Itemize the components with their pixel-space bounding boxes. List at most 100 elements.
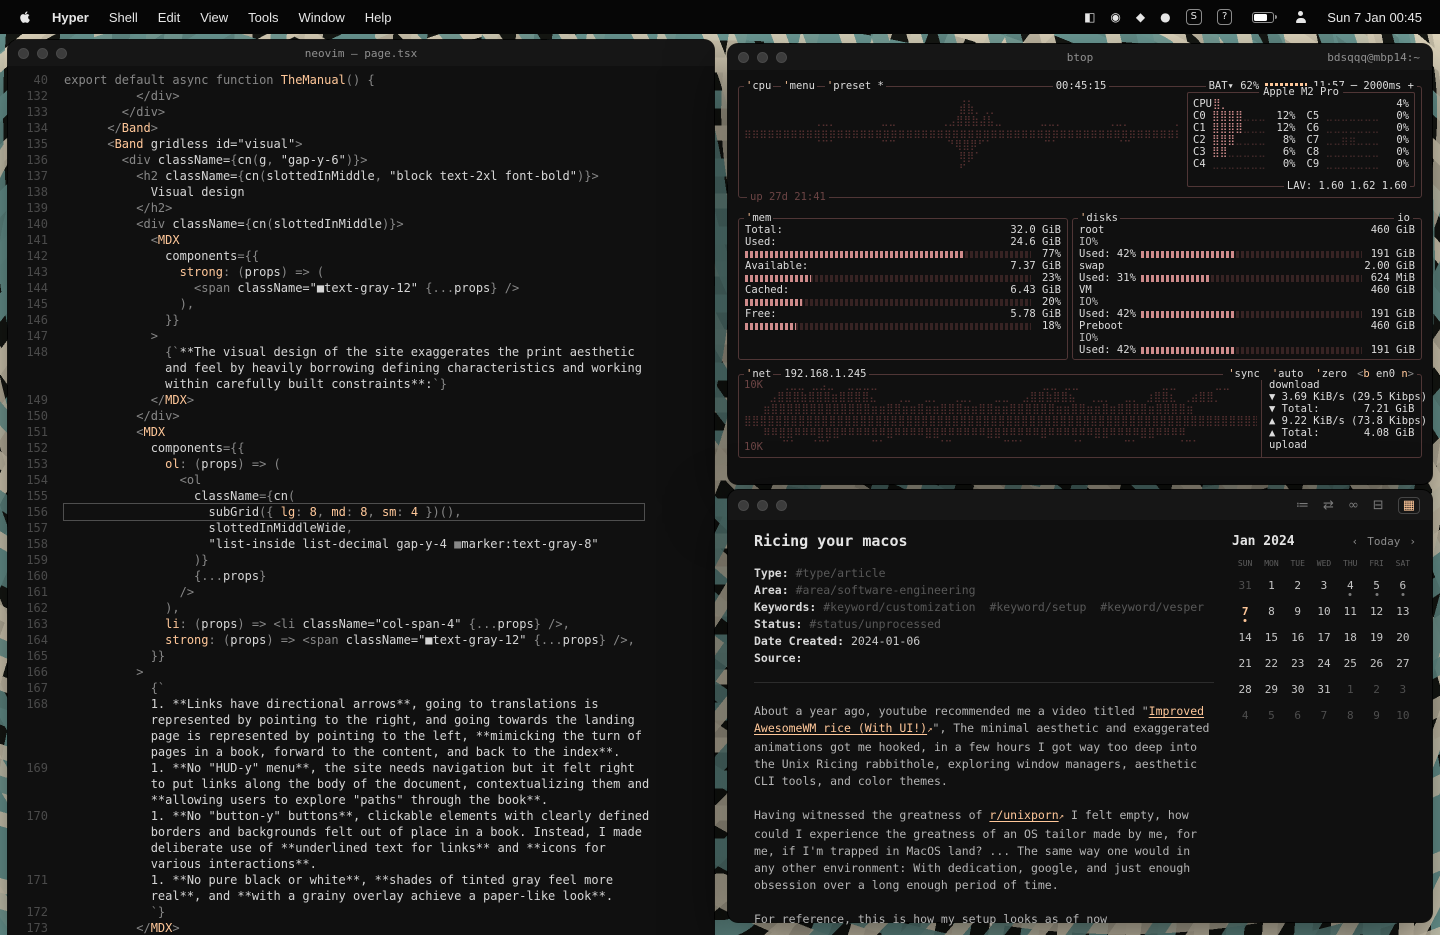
minimize-button[interactable] bbox=[37, 48, 48, 59]
code-line[interactable]: 133 </div> bbox=[8, 104, 714, 120]
code-line[interactable]: 164 strong: (props) => <span className="… bbox=[8, 632, 714, 648]
calendar-day[interactable]: 12 bbox=[1363, 598, 1389, 624]
calendar-day[interactable]: 8 bbox=[1337, 702, 1363, 728]
github-icon[interactable]: ● bbox=[1160, 10, 1170, 24]
help-icon[interactable]: ? bbox=[1217, 9, 1232, 25]
menu-edit[interactable]: Edit bbox=[158, 10, 180, 25]
raycast-icon[interactable]: ◆ bbox=[1136, 10, 1145, 24]
stats-icon[interactable]: ◧ bbox=[1084, 10, 1095, 24]
user-switch-icon[interactable] bbox=[1294, 11, 1307, 23]
list-icon[interactable]: ≔ bbox=[1296, 498, 1309, 513]
tag[interactable]: #keyword/setup bbox=[989, 600, 1086, 614]
code-line[interactable]: and feel by heavily borrowing defining c… bbox=[8, 360, 714, 376]
box-toggle-auto[interactable]: 'auto bbox=[1270, 368, 1306, 380]
calendar-day[interactable]: 9 bbox=[1363, 702, 1389, 728]
next-month-button[interactable]: › bbox=[1409, 535, 1416, 548]
code-line[interactable]: page is represented by pointing to the l… bbox=[8, 728, 714, 744]
box-toggle-zero[interactable]: 'zero bbox=[1313, 368, 1349, 380]
calendar-day[interactable]: 7 bbox=[1232, 598, 1258, 624]
outline-icon[interactable]: ⊟ bbox=[1373, 498, 1384, 513]
menubar-clock[interactable]: Sun 7 Jan 00:45 bbox=[1327, 10, 1422, 25]
code-line[interactable]: 166 > bbox=[8, 664, 714, 680]
calendar-day[interactable]: 1 bbox=[1337, 676, 1363, 702]
calendar-day[interactable]: 15 bbox=[1258, 624, 1284, 650]
close-button[interactable] bbox=[738, 500, 749, 511]
code-line[interactable]: 161 /> bbox=[8, 584, 714, 600]
tag[interactable]: #keyword/vesper bbox=[1100, 600, 1204, 614]
code-line[interactable]: within carefully built constraints**:`} bbox=[8, 376, 714, 392]
code-line[interactable]: to put links along the body of the docum… bbox=[8, 776, 714, 792]
calendar-day[interactable]: 30 bbox=[1285, 676, 1311, 702]
code-line[interactable]: 169 1. **No "HUD-y" menu**, the site nee… bbox=[8, 760, 714, 776]
tag[interactable]: #status/unprocessed bbox=[809, 617, 941, 631]
code-line[interactable]: 168 1. **Links have directional arrows**… bbox=[8, 696, 714, 712]
code-line[interactable]: 155 className={cn( bbox=[8, 488, 714, 504]
code-line[interactable]: 159 )} bbox=[8, 552, 714, 568]
spotify-icon[interactable]: ◉ bbox=[1110, 10, 1120, 24]
neovim-titlebar[interactable]: neovim — page.tsx bbox=[8, 40, 714, 66]
calendar-day[interactable]: 17 bbox=[1311, 624, 1337, 650]
code-line[interactable]: 165 }} bbox=[8, 648, 714, 664]
code-line[interactable]: 144 <span className="■text-gray-12" {...… bbox=[8, 280, 714, 296]
calendar-day[interactable]: 5 bbox=[1258, 702, 1284, 728]
calendar-day[interactable]: 24 bbox=[1311, 650, 1337, 676]
calendar-day[interactable]: 2 bbox=[1285, 572, 1311, 598]
zoom-button[interactable] bbox=[776, 500, 787, 511]
code-line[interactable]: 171 1. **No pure black or white**, **sha… bbox=[8, 872, 714, 888]
box-toggle-cpu[interactable]: 'cpu bbox=[744, 80, 773, 92]
box-toggle-sync[interactable]: 'sync bbox=[1226, 368, 1262, 380]
code-line[interactable]: various interactions**. bbox=[8, 856, 714, 872]
calendar-day[interactable]: 7 bbox=[1311, 702, 1337, 728]
apple-menu-icon[interactable] bbox=[18, 10, 32, 24]
menu-help[interactable]: Help bbox=[365, 10, 392, 25]
tag[interactable]: #area/software-engineering bbox=[796, 583, 976, 597]
calendar-day[interactable]: 20 bbox=[1390, 624, 1416, 650]
calendar-day[interactable]: 29 bbox=[1258, 676, 1284, 702]
code-line[interactable]: 132 </div> bbox=[8, 88, 714, 104]
box-toggle-net[interactable]: 'net bbox=[744, 368, 773, 380]
calendar-day[interactable]: 1 bbox=[1258, 572, 1284, 598]
code-line[interactable]: 151 <MDX bbox=[8, 424, 714, 440]
code-line[interactable]: 136 <div className={cn(g, "gap-y-6")}> bbox=[8, 152, 714, 168]
today-button[interactable]: Today bbox=[1367, 535, 1400, 548]
menu-view[interactable]: View bbox=[200, 10, 228, 25]
calendar-day[interactable]: 2 bbox=[1363, 676, 1389, 702]
calendar-day[interactable]: 5 bbox=[1363, 572, 1389, 598]
menu-tools[interactable]: Tools bbox=[248, 10, 278, 25]
code-line[interactable]: borders and backgrounds felt out of plac… bbox=[8, 824, 714, 840]
net-box-label[interactable]: 'net bbox=[744, 368, 773, 380]
code-line[interactable]: 147 > bbox=[8, 328, 714, 344]
code-line[interactable]: 167 {` bbox=[8, 680, 714, 696]
calendar-day[interactable]: 22 bbox=[1258, 650, 1284, 676]
zoom-button[interactable] bbox=[776, 52, 787, 63]
calendar-day[interactable]: 18 bbox=[1337, 624, 1363, 650]
shottr-icon[interactable]: S bbox=[1186, 9, 1202, 25]
links-icon[interactable]: ⇄ bbox=[1323, 498, 1334, 513]
menu-window[interactable]: Window bbox=[299, 10, 345, 25]
active-app-name[interactable]: Hyper bbox=[52, 10, 89, 25]
code-line[interactable]: 170 1. **No "button-y" buttons**, clicka… bbox=[8, 808, 714, 824]
code-line[interactable]: 146 }} bbox=[8, 312, 714, 328]
calendar-day[interactable]: 3 bbox=[1390, 676, 1416, 702]
code-line[interactable]: 156 subGrid({ lg: 8, md: 8, sm: 4 })(), bbox=[8, 504, 714, 520]
graph-icon[interactable]: ∞ bbox=[1348, 498, 1359, 513]
tag[interactable]: #keyword/customization bbox=[823, 600, 975, 614]
box-toggle-mem[interactable]: 'mem bbox=[744, 212, 773, 224]
code-line[interactable]: 157 slottedInMiddleWide, bbox=[8, 520, 714, 536]
code-line[interactable]: 145 ), bbox=[8, 296, 714, 312]
zoom-button[interactable] bbox=[56, 48, 67, 59]
code-line[interactable]: 149 </MDX> bbox=[8, 392, 714, 408]
box-toggle-menu[interactable]: 'menu bbox=[781, 80, 817, 92]
calendar-day[interactable]: 16 bbox=[1285, 624, 1311, 650]
code-line[interactable]: 138 Visual design bbox=[8, 184, 714, 200]
net-interface[interactable]: <b en0 n> bbox=[1357, 368, 1414, 380]
calendar-day[interactable]: 19 bbox=[1363, 624, 1389, 650]
calendar-day[interactable]: 31 bbox=[1232, 572, 1258, 598]
code-line[interactable]: 40export default async function TheManua… bbox=[8, 72, 714, 88]
code-line[interactable]: 140 <div className={cn(slottedInMiddle)}… bbox=[8, 216, 714, 232]
notes-titlebar[interactable]: ≔⇄∞⊟▦ bbox=[728, 490, 1432, 520]
calendar-day[interactable]: 11 bbox=[1337, 598, 1363, 624]
code-line[interactable]: 152 components={{ bbox=[8, 440, 714, 456]
calendar-day[interactable]: 8 bbox=[1258, 598, 1284, 624]
calendar-day[interactable]: 4 bbox=[1232, 702, 1258, 728]
